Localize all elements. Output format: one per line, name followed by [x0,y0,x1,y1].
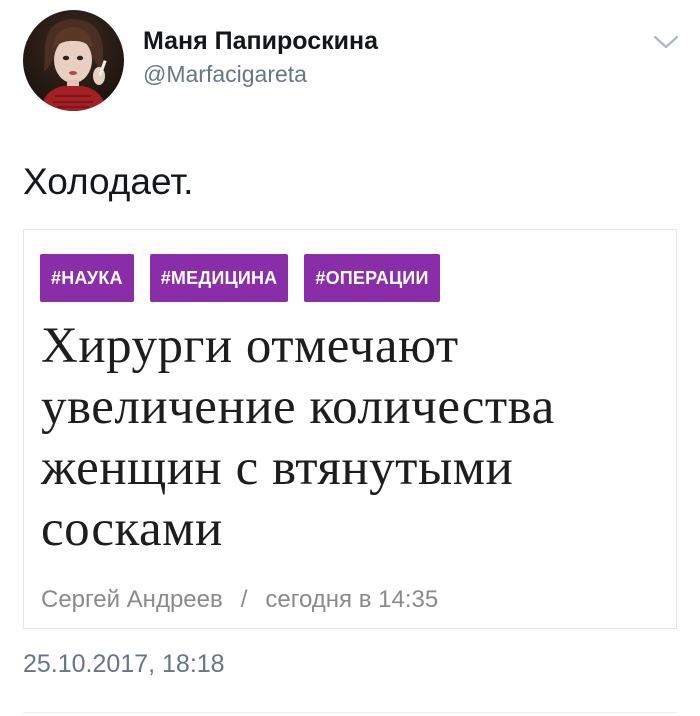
avatar[interactable] [23,10,124,111]
link-card[interactable]: #НАУКА #МЕДИЦИНА #ОПЕРАЦИИ Хирурги отмеч… [23,229,677,629]
divider [23,712,677,713]
chevron-down-icon[interactable] [652,34,680,50]
tag-list: #НАУКА #МЕДИЦИНА #ОПЕРАЦИИ [40,254,440,302]
tag-medicina[interactable]: #МЕДИЦИНА [149,254,289,302]
tweet-text: Холодает. [23,161,194,202]
article-meta: Сергей Андреев / сегодня в 14:35 [41,586,438,614]
user-handle[interactable]: @Marfacigareta [143,59,378,89]
tag-operacii[interactable]: #ОПЕРАЦИИ [304,254,440,302]
display-name[interactable]: Маня Папироскина [143,26,378,56]
avatar-portrait-icon [41,19,107,111]
user-names: Маня Папироскина @Marfacigareta [143,26,378,89]
meta-separator: / [240,586,248,613]
article-author: Сергей Андреев [41,586,223,613]
article-headline[interactable]: Хирурги отмечают увеличение количества ж… [41,316,666,560]
tweet-timestamp[interactable]: 25.10.2017, 18:18 [23,650,225,679]
tweet-header: Маня Папироскина @Marfacigareta [0,0,700,120]
article-published-time: сегодня в 14:35 [265,586,439,613]
tag-nauka[interactable]: #НАУКА [40,254,134,302]
